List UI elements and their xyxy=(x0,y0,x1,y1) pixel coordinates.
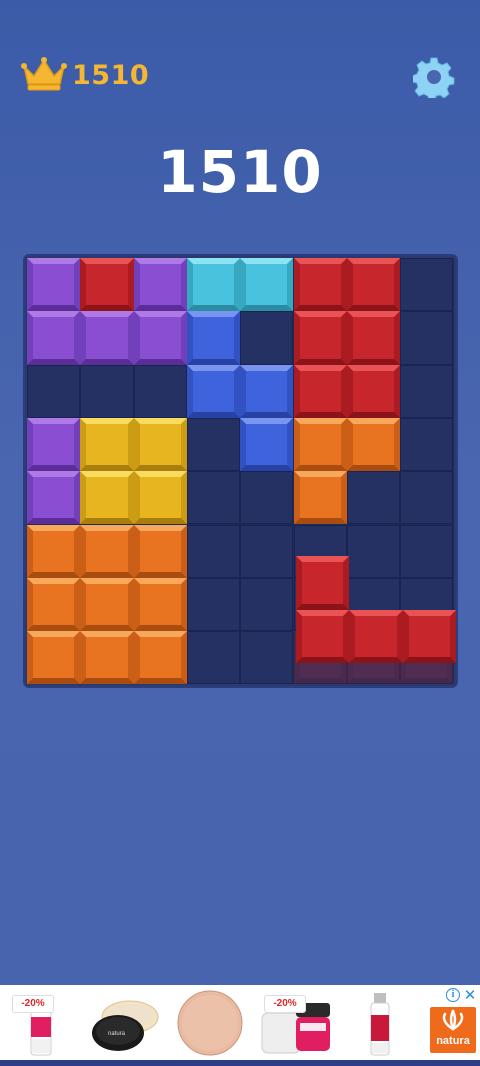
empty-cell xyxy=(27,364,81,418)
bottom-strip xyxy=(0,1060,480,1066)
empty-cell xyxy=(400,471,454,525)
empty-cell xyxy=(133,364,187,418)
brand-name: natura xyxy=(436,1035,470,1047)
block-cell xyxy=(346,258,401,312)
empty-cell xyxy=(240,631,294,685)
block-cell xyxy=(186,258,241,312)
empty-cell xyxy=(400,311,454,365)
dragged-piece-cell xyxy=(402,609,457,664)
empty-cell xyxy=(400,364,454,418)
crown-icon xyxy=(21,57,67,91)
ad-product-bottle-red[interactable] xyxy=(342,989,420,1057)
ad-product-jar-pink[interactable]: -20% xyxy=(256,989,334,1057)
empty-cell xyxy=(400,524,454,578)
block-cell xyxy=(186,364,241,418)
block-cell xyxy=(27,577,81,632)
ad-product-jar-dark[interactable]: natura xyxy=(86,989,164,1057)
brand-flower-icon xyxy=(442,1009,464,1031)
block-cell xyxy=(293,417,347,472)
empty-cell xyxy=(186,471,241,525)
block-cell xyxy=(80,577,134,632)
empty-cell xyxy=(186,577,241,632)
ad-info-icon[interactable]: i xyxy=(446,988,460,1002)
empty-cell xyxy=(240,471,294,525)
best-score: 1510 xyxy=(72,60,150,91)
empty-cell xyxy=(346,524,401,578)
block-cell xyxy=(133,524,187,578)
block-cell xyxy=(27,471,81,525)
game-board[interactable] xyxy=(25,256,457,686)
block-cell xyxy=(346,364,401,418)
block-cell xyxy=(293,364,347,418)
block-cell xyxy=(80,524,134,578)
block-cell xyxy=(293,471,347,525)
block-cell xyxy=(133,471,187,525)
brand-logo[interactable]: natura xyxy=(430,1007,476,1053)
empty-cell xyxy=(240,524,294,578)
block-cell xyxy=(186,311,241,365)
block-cell xyxy=(27,311,81,365)
block-cell xyxy=(133,577,187,632)
block-cell xyxy=(346,417,401,472)
discount-badge: -20% xyxy=(12,995,54,1013)
empty-cell xyxy=(240,311,294,365)
block-cell xyxy=(27,631,81,685)
empty-cell xyxy=(400,258,454,312)
svg-text:natura: natura xyxy=(108,1031,126,1037)
empty-cell xyxy=(186,631,241,685)
block-cell xyxy=(27,258,81,312)
block-cell xyxy=(240,417,294,472)
block-cell xyxy=(240,258,294,312)
block-cell xyxy=(133,417,187,472)
ad-close-icon[interactable]: ✕ xyxy=(462,987,478,1003)
empty-cell xyxy=(346,471,401,525)
ad-banner[interactable]: i ✕ natura -20% natura -20% xyxy=(0,985,480,1060)
discount-badge: -20% xyxy=(264,995,306,1013)
empty-cell xyxy=(186,524,241,578)
gear-icon[interactable] xyxy=(413,56,455,98)
block-cell xyxy=(293,258,347,312)
empty-cell xyxy=(186,417,241,472)
block-cell xyxy=(346,311,401,365)
current-score: 1510 xyxy=(157,138,323,206)
ad-product-powder-circle[interactable] xyxy=(170,989,248,1057)
block-cell xyxy=(133,631,187,685)
empty-cell xyxy=(80,364,134,418)
block-cell xyxy=(80,631,134,685)
ad-product-bottle-pink[interactable]: -20% xyxy=(4,989,82,1057)
empty-cell xyxy=(240,577,294,632)
block-cell xyxy=(80,417,134,472)
block-cell xyxy=(27,417,81,472)
block-cell xyxy=(80,311,134,365)
dragged-piece-cell xyxy=(296,556,350,610)
top-bar: 1510 xyxy=(0,0,480,140)
empty-cell xyxy=(400,417,454,472)
block-cell xyxy=(80,258,134,312)
block-cell xyxy=(240,364,294,418)
dragged-piece-cell xyxy=(296,609,350,664)
block-cell xyxy=(27,524,81,578)
block-cell xyxy=(133,258,187,312)
block-cell xyxy=(80,471,134,525)
block-cell xyxy=(293,311,347,365)
dragged-piece-cell xyxy=(349,609,403,664)
block-cell xyxy=(133,311,187,365)
